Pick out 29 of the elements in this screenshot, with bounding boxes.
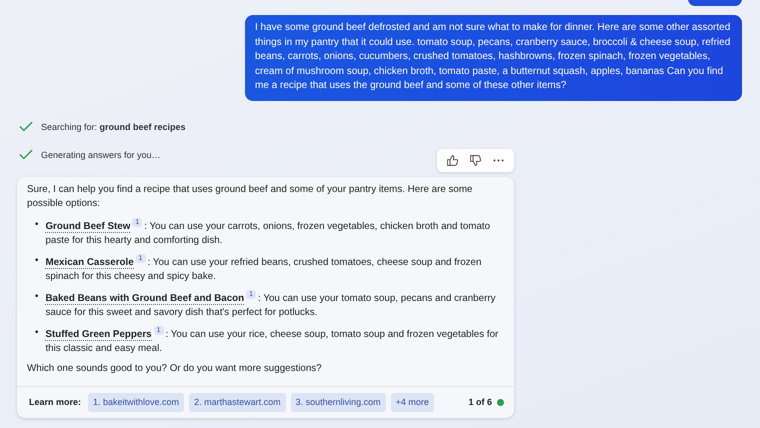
recipe-link[interactable]: Mexican Casserole <box>45 256 134 269</box>
citation-badge[interactable]: 1 <box>132 218 142 227</box>
citation-badge[interactable]: 1 <box>154 326 164 335</box>
thumbs-up-icon[interactable] <box>446 154 459 167</box>
recipe-option: Ground Beef Stew $^{1}$ : You can use your carrots, onions, frozen vegetables, chicken broth and tomato paste for this hearty and comforting dish. <box>45 218 504 249</box>
recipe-link[interactable]: Stuffed Green Peppers <box>45 328 152 341</box>
recipe-option: Baked Beans with Ground Beef and Bacon $^{1}$ : You can use your tomato soup, pecans and cranberry sauce for this sweet and savory dish that's perfect for potlucks. <box>45 290 504 321</box>
recipe-link[interactable]: Baked Beans with Ground Beef and Bacon <box>45 292 244 305</box>
thumbs-down-icon[interactable] <box>469 154 482 167</box>
recipe-link[interactable]: Ground Beef Stew <box>45 220 130 233</box>
page-counter: 1 of 6 <box>468 396 492 410</box>
intro-text: Sure, I can help you find a recipe that uses ground beef and some of your pantry items. Here are some possible options: <box>27 182 474 212</box>
recipe-option: Stuffed Green Peppers $^{1}$ : You can use your rice, cheese soup, tomato soup and frozen vegetables for this classic and easy meal. <box>45 326 504 357</box>
learn-more-label: Learn more: <box>29 396 82 410</box>
user-message: I have some ground beef defrosted and am not sure what to make for dinner. Here are some other assorted things in my pantry that it could use. tomato soup, pecans, cranberry sauce, broccoli & cheese soup, refried beans, carrots, onions, cucumbers, crushed tomatoes, hashbrowns, frozen spinach, frozen vegetables, cream of mushroom soup, chicken broth, tomato paste, a butternut squash, apples, bananas Can you find me a recipe that uses the ground beef and some of these other items? <box>245 15 742 101</box>
status-text: Searching for: ground beef recipes <box>41 122 186 132</box>
recipe-option: Mexican Casserole $^{1}$ : You can use your refried beans, crushed tomatoes, cheese soup and frozen spinach for this cheesy and spicy bake. <box>45 254 504 285</box>
bullet: • <box>35 326 38 340</box>
bullet: • <box>35 218 38 232</box>
source-link[interactable]: 2. marthastewart.com <box>189 393 286 412</box>
more-sources-link[interactable]: +4 more <box>390 393 434 412</box>
source-link[interactable]: 3. southernliving.com <box>290 393 386 412</box>
closing-text: Which one sounds good to you? Or do you want more suggestions? <box>27 362 323 376</box>
bullet: • <box>35 254 38 268</box>
citation-badge[interactable]: 1 <box>246 290 256 299</box>
status-text: Generating answers for you… <box>41 150 161 160</box>
source-link[interactable]: 1. bakeitwithlove.com <box>88 393 184 412</box>
citation-badge[interactable]: 1 <box>136 254 146 263</box>
bullet: • <box>35 290 38 304</box>
